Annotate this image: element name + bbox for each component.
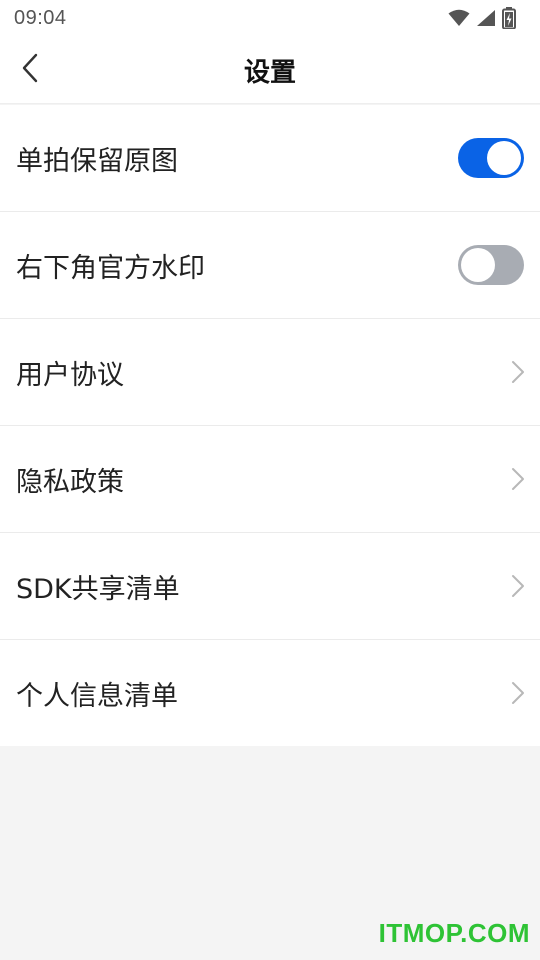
signal-icon: [476, 9, 496, 27]
chevron-right-icon: [510, 466, 526, 492]
setting-label: 右下角官方水印: [16, 252, 205, 284]
setting-label: 个人信息清单: [16, 680, 178, 712]
status-icons: [448, 7, 516, 29]
setting-label: 隐私政策: [16, 466, 124, 498]
setting-row-official-watermark: 右下角官方水印: [0, 212, 540, 319]
battery-charging-icon: [502, 7, 516, 29]
setting-label: 单拍保留原图: [16, 145, 178, 177]
chevron-right-icon: [510, 680, 526, 706]
setting-row-keep-original: 单拍保留原图: [0, 105, 540, 212]
toggle-knob: [461, 248, 495, 282]
chevron-right-icon: [510, 573, 526, 599]
setting-row-user-agreement[interactable]: 用户协议: [0, 319, 540, 426]
status-bar: 09:04: [0, 0, 540, 36]
setting-label: SDK共享清单: [16, 573, 180, 605]
setting-label: 用户协议: [16, 359, 124, 391]
status-time: 09:04: [14, 6, 67, 29]
chevron-right-icon: [510, 359, 526, 385]
wifi-icon: [448, 9, 470, 27]
site-watermark: ITMOP.COM: [378, 918, 530, 948]
official-watermark-toggle[interactable]: [458, 245, 524, 285]
nav-bar: 设置: [0, 36, 540, 104]
toggle-knob: [487, 141, 521, 175]
page-title: 设置: [243, 57, 296, 88]
settings-list: 单拍保留原图 右下角官方水印 用户协议 隐私政策 SDK共享清单 个人信息清单: [0, 105, 540, 746]
keep-original-toggle[interactable]: [458, 138, 524, 178]
setting-row-sdk-sharing-list[interactable]: SDK共享清单: [0, 533, 540, 640]
setting-row-privacy-policy[interactable]: 隐私政策: [0, 426, 540, 533]
setting-row-personal-info-list[interactable]: 个人信息清单: [0, 640, 540, 746]
settings-screen: 09:04 设置 单拍保留原图 右下角官方水印 用户协议 隐私政策 SDK共享清…: [0, 0, 540, 960]
